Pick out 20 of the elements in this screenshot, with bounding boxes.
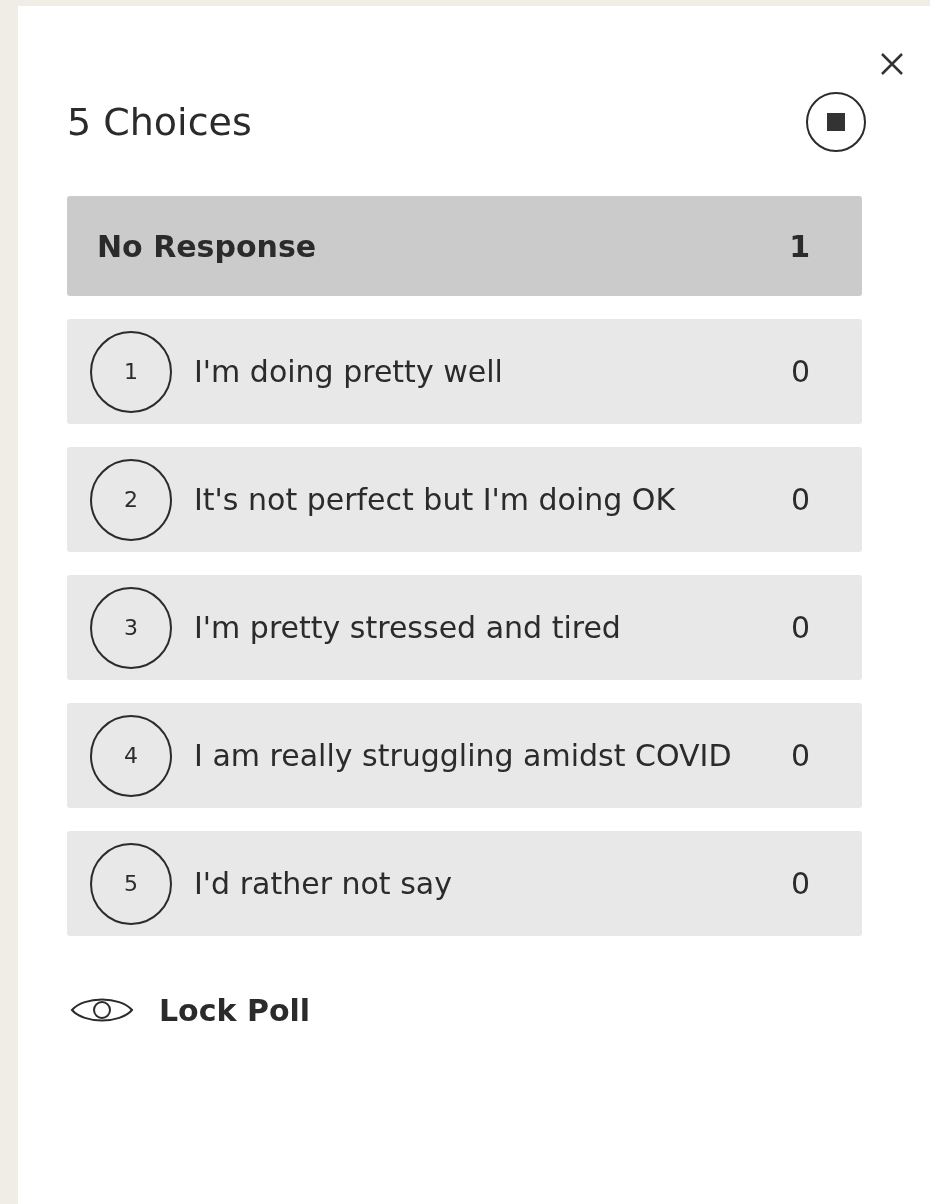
choice-label: I'm pretty stressed and tired [194,608,622,647]
choice-number: 1 [90,330,172,413]
row-label: No Response [97,228,317,264]
choice-number: 2 [90,458,172,541]
choice-number: 4 [90,714,172,797]
poll-title: 5 Choices [67,100,252,144]
lock-poll-link[interactable]: Lock Poll [159,992,311,1028]
response-count: 0 [789,482,810,517]
response-count: 0 [789,610,810,645]
response-count: 1 [789,228,810,264]
response-count: 0 [789,354,810,389]
choice-number: 5 [90,842,172,925]
choice-label: I'd rather not say [194,864,453,903]
response-count: 0 [789,738,810,773]
choice-label: I am really struggling amidst COVID [194,736,733,775]
choice-number: 3 [90,586,172,669]
choice-label: It's not perfect but I'm doing OK [194,480,677,519]
stop-button[interactable] [804,90,868,154]
choice-label: I'm doing pretty well [194,352,504,391]
response-count: 0 [789,866,810,901]
